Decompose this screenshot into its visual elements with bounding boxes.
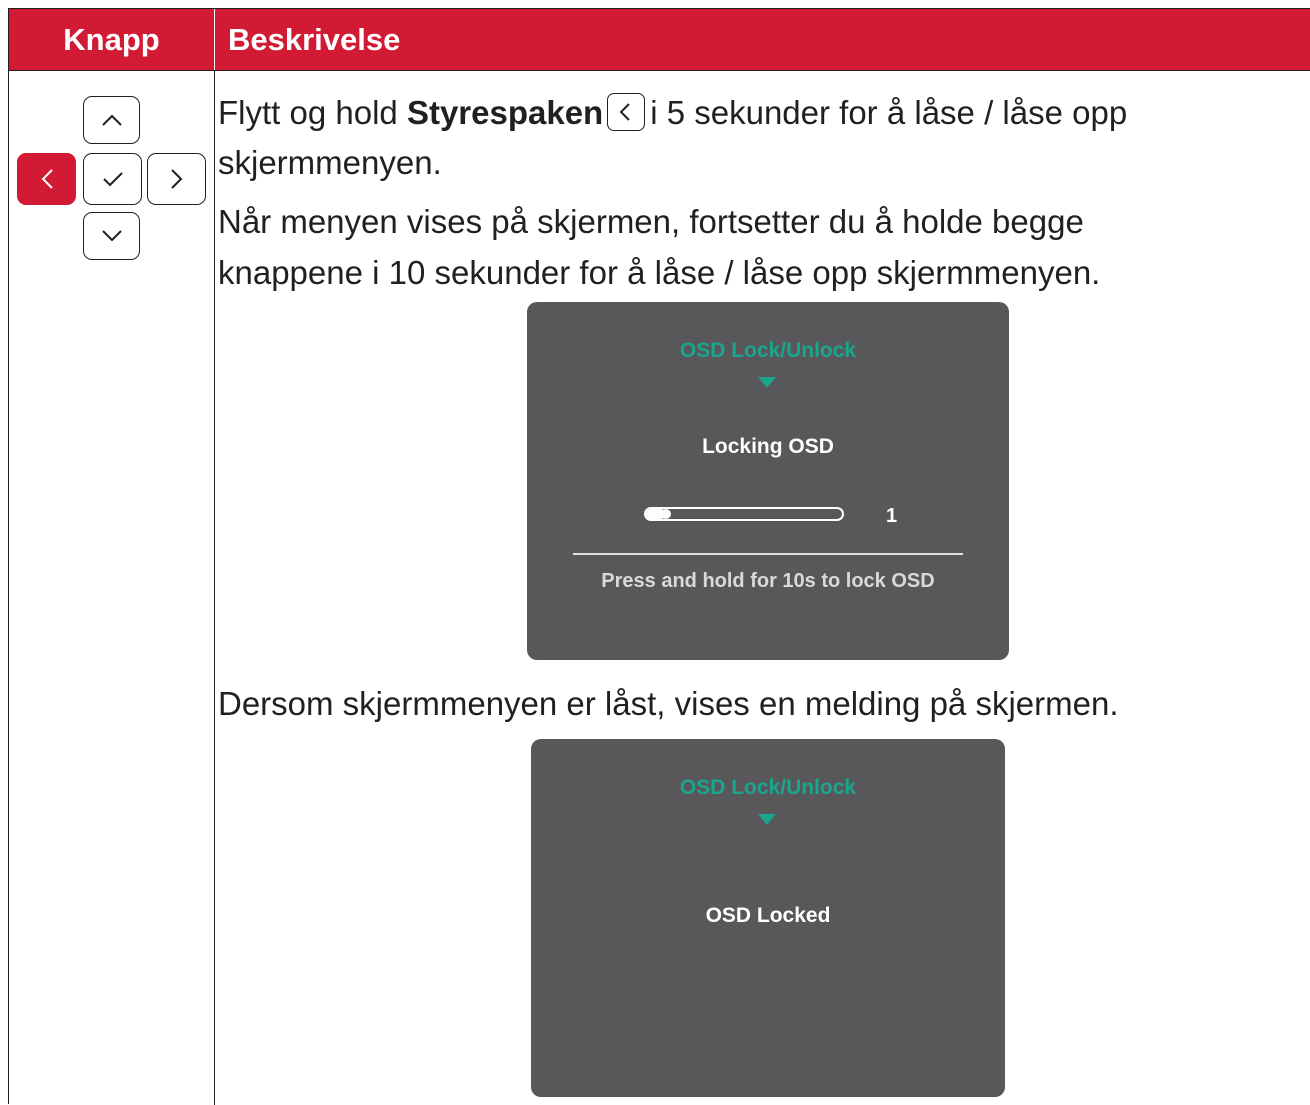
- osd-locked-panel: OSD Lock/Unlock OSD Locked: [531, 739, 1005, 1097]
- chevron-left-icon: [619, 103, 630, 121]
- header-beskrivelse: Beskrivelse: [228, 22, 401, 57]
- chevron-left-icon: [41, 169, 53, 189]
- osd-progress-count: 1: [886, 505, 898, 527]
- chevron-right-icon: [170, 169, 182, 189]
- osd-locking-panel: OSD Lock/Unlock Locking OSD 1 Press and …: [527, 302, 1009, 660]
- header-bottom-rule: [9, 70, 1310, 71]
- joystick-up-button: [83, 96, 140, 144]
- column-divider: [214, 70, 215, 1105]
- description-paragraph-2-line-2: knappene i 10 sekunder for å låse / låse…: [218, 254, 1101, 291]
- header-knapp: Knapp: [63, 22, 160, 57]
- joystick-right-button: [147, 153, 206, 205]
- chevron-down-icon: [101, 230, 122, 242]
- osd-locked-message: OSD Locked: [705, 904, 831, 927]
- header-divider: [214, 9, 215, 70]
- p1-suffix: i 5 sekunder for å låse / låse opp: [650, 94, 1128, 131]
- osd-progress-track: [644, 507, 844, 521]
- osd-progress-knob: [661, 509, 671, 519]
- osd-divider: [573, 553, 963, 555]
- p1-prefix: Flytt og hold: [218, 94, 407, 131]
- osd-locking-hint: Press and hold for 10s to lock OSD: [601, 570, 935, 592]
- inline-left-key: [607, 93, 646, 131]
- osd-locking-title: OSD Lock/Unlock: [679, 339, 857, 362]
- triangle-down-icon: [758, 814, 776, 825]
- description-paragraph-1-line-2: skjermmenyen.: [218, 144, 442, 181]
- description-paragraph-3: Dersom skjermmenyen er låst, vises en me…: [218, 685, 1119, 722]
- chevron-up-icon: [101, 114, 122, 126]
- table-header: Knapp Beskrivelse: [9, 9, 1310, 70]
- osd-locked-title: OSD Lock/Unlock: [679, 776, 857, 799]
- description-paragraph-1-line-1: Flytt og hold Styrespaken i 5 sekunder fo…: [218, 90, 1127, 135]
- check-icon: [102, 172, 123, 187]
- triangle-down-icon: [758, 377, 776, 388]
- description-paragraph-2-line-1: Når menyen vises på skjermen, fortsetter…: [218, 203, 1084, 240]
- joystick-down-button: [83, 212, 140, 260]
- osd-locking-message: Locking OSD: [702, 435, 834, 458]
- joystick-center-button: [83, 153, 142, 205]
- joystick-left-button: [17, 153, 76, 205]
- p1-bold-term: Styrespaken: [406, 94, 604, 131]
